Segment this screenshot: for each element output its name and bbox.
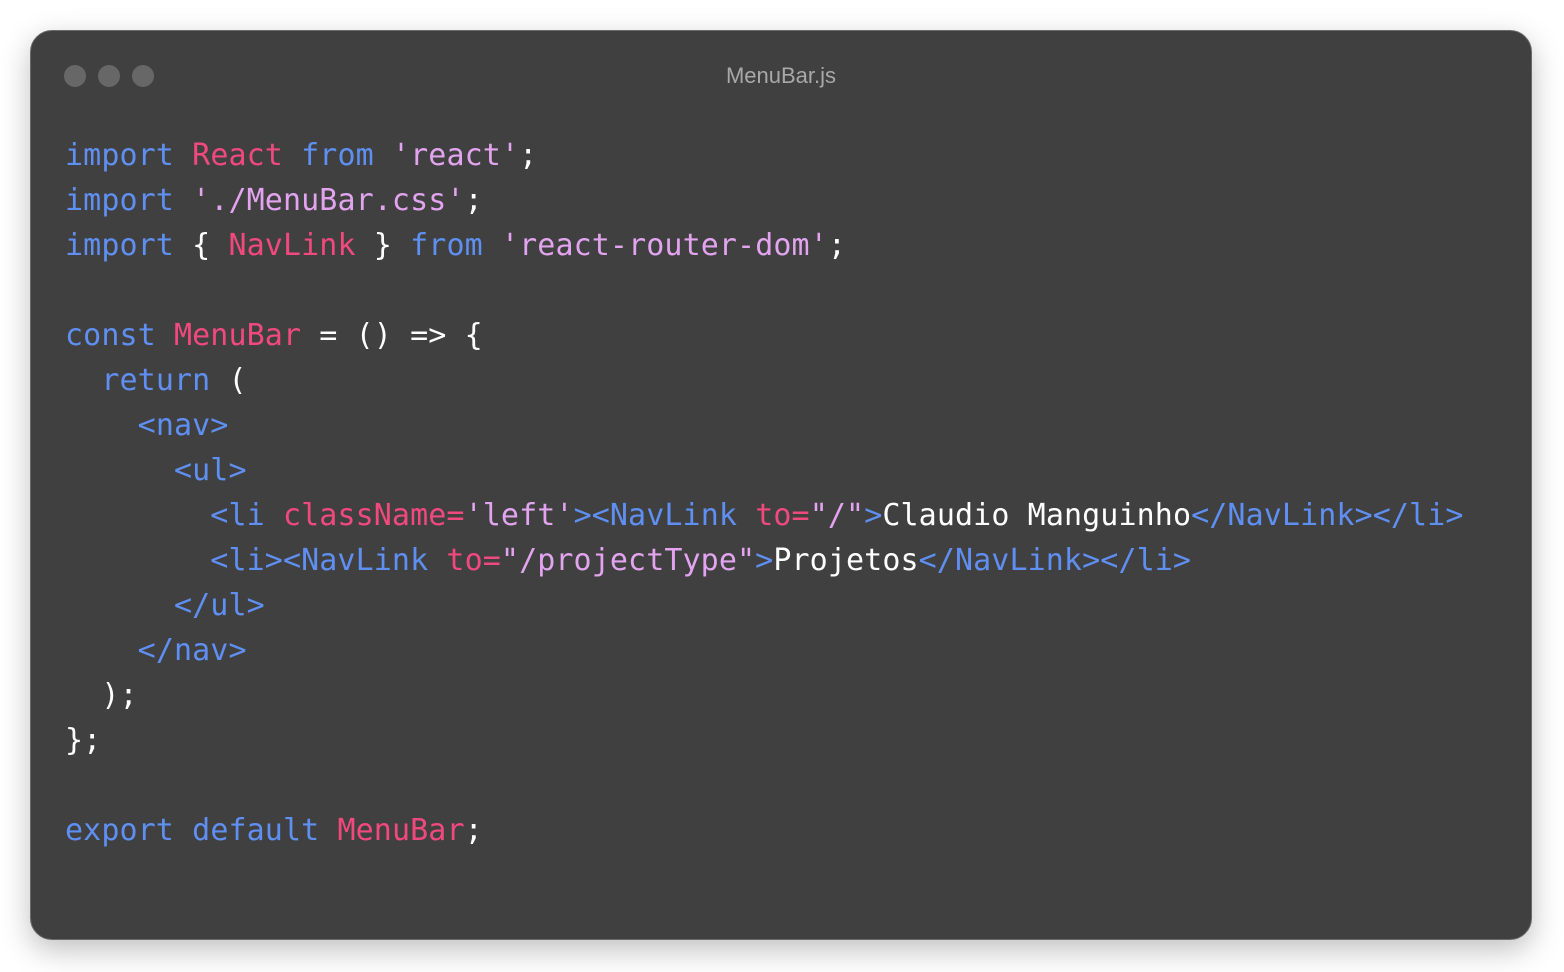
code-token: } xyxy=(355,228,411,263)
code-token: </ul> xyxy=(173,588,265,623)
code-token: }; xyxy=(65,723,102,758)
code-line: }; xyxy=(65,718,1464,763)
code-line: import React from 'react'; xyxy=(65,133,1464,178)
code-token: className= xyxy=(282,498,465,533)
code-token: </NavLink></li> xyxy=(918,543,1192,578)
code-token: import xyxy=(65,228,174,263)
code-line: export default MenuBar; xyxy=(65,808,1464,853)
code-token: Claudio Manguinho xyxy=(882,498,1192,533)
code-line: <nav> xyxy=(65,403,1464,448)
code-token: 'left' xyxy=(464,498,574,533)
code-token: = () => { xyxy=(301,318,483,353)
code-line: <li className='left'><NavLink to="/">Cla… xyxy=(65,493,1464,538)
code-line: <li><NavLink to="/projectType">Projetos<… xyxy=(65,538,1464,583)
code-token: 'react-router-dom' xyxy=(500,228,828,263)
code-token: to= xyxy=(446,543,501,578)
code-line: return ( xyxy=(65,358,1464,403)
code-token: ; xyxy=(519,138,538,173)
code-token: Projetos xyxy=(773,543,919,578)
code-token: NavLink xyxy=(228,228,356,263)
code-token: 'react' xyxy=(391,138,520,173)
code-token: </nav> xyxy=(137,633,247,668)
code-token: import xyxy=(65,138,174,173)
code-token: React xyxy=(192,138,283,173)
code-token: MenuBar xyxy=(337,813,465,848)
code-token: <ul> xyxy=(173,453,247,488)
code-block: import React from 'react'; import './Menu… xyxy=(65,133,1464,853)
code-line: import { NavLink } from 'react-router-do… xyxy=(65,223,1464,268)
code-token: MenuBar xyxy=(173,318,302,353)
code-token: { xyxy=(173,228,229,263)
code-token: > xyxy=(755,543,774,578)
code-token: "/" xyxy=(809,498,865,533)
code-token: <li><NavLink xyxy=(210,543,447,578)
code-token: ( xyxy=(210,363,247,398)
code-line: <ul> xyxy=(65,448,1464,493)
code-window: MenuBar.js import React from 'react'; imp… xyxy=(30,30,1532,940)
window-title: MenuBar.js xyxy=(725,63,837,88)
code-line: </ul> xyxy=(65,583,1464,628)
code-token: ); xyxy=(65,678,138,713)
code-token: ; xyxy=(827,228,847,263)
code-token: const xyxy=(65,318,156,353)
code-token: ><NavLink xyxy=(573,498,756,533)
code-token: </NavLink></li> xyxy=(1191,498,1464,533)
code-token: default xyxy=(192,813,320,848)
code-token: <li xyxy=(210,498,283,533)
code-line: </nav> xyxy=(65,628,1464,673)
code-token: import xyxy=(65,183,174,218)
code-token: './MenuBar.css' xyxy=(192,183,465,218)
code-token: from xyxy=(410,228,483,263)
code-line: import './MenuBar.css'; xyxy=(65,178,1464,223)
code-token: > xyxy=(864,498,883,533)
code-token: export xyxy=(65,813,174,848)
code-token: from xyxy=(301,138,374,173)
code-line: ); xyxy=(65,673,1464,718)
code-token: <nav> xyxy=(137,408,229,443)
code-line: const MenuBar = () => { xyxy=(65,313,1464,358)
code-token: to= xyxy=(755,498,810,533)
code-token: ; xyxy=(464,183,483,218)
code-token: return xyxy=(101,363,211,398)
code-token: "/projectType" xyxy=(500,543,756,578)
code-token: ; xyxy=(464,813,483,848)
